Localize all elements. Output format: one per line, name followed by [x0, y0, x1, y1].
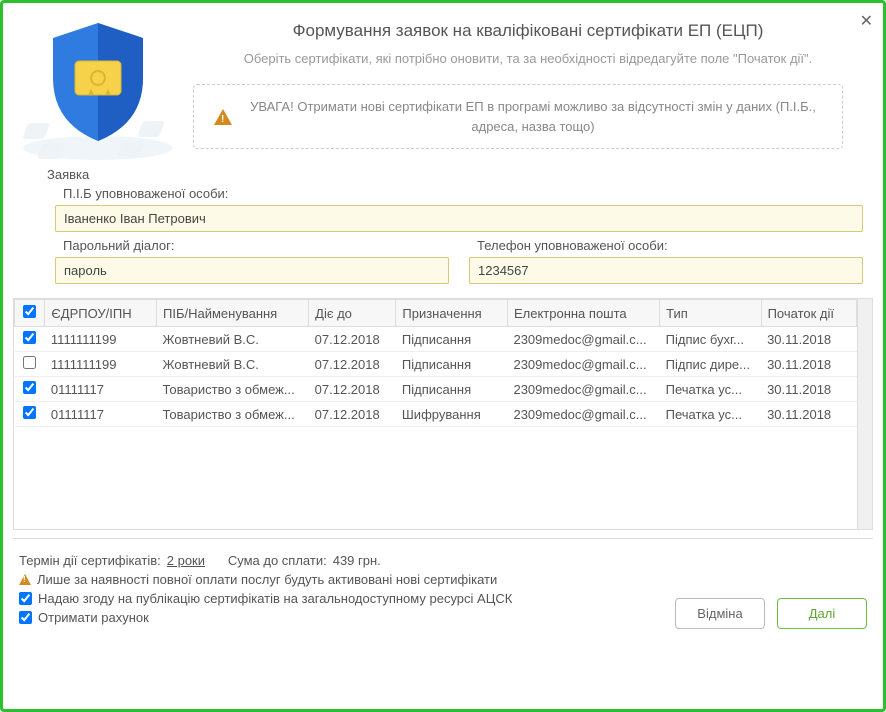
- pib-label: П.І.Б уповноваженої особи:: [63, 186, 863, 201]
- dialog-label: Парольний діалог:: [63, 238, 449, 253]
- cell-purpose: Шифрування: [396, 402, 508, 427]
- term-value[interactable]: 2 роки: [167, 553, 205, 568]
- row-checkbox[interactable]: [23, 381, 36, 394]
- cancel-button[interactable]: Відміна: [675, 598, 765, 629]
- header: Формування заявок на кваліфіковані серти…: [3, 3, 883, 163]
- cell-type: Підпис дире...: [660, 352, 761, 377]
- cell-pib: Жовтневий В.С.: [157, 352, 309, 377]
- pib-input[interactable]: [55, 205, 863, 232]
- cell-purpose: Підписання: [396, 377, 508, 402]
- page-subtitle: Оберіть сертифікати, які потрібно оновит…: [193, 51, 863, 66]
- consent-publish-label: Надаю згоду на публікацію сертифікатів н…: [38, 591, 512, 606]
- warning-icon: [19, 574, 31, 585]
- cell-email: 2309medoc@gmail.c...: [507, 352, 659, 377]
- col-purpose[interactable]: Призначення: [396, 300, 508, 327]
- shield-illustration: [13, 13, 183, 163]
- row-checkbox[interactable]: [23, 331, 36, 344]
- vertical-scrollbar[interactable]: [857, 299, 872, 529]
- consent-publish-checkbox[interactable]: [19, 592, 32, 605]
- cell-edrpou: 01111117: [45, 377, 157, 402]
- cell-email: 2309medoc@gmail.c...: [507, 377, 659, 402]
- cell-type: Печатка ус...: [660, 377, 761, 402]
- col-pib[interactable]: ПІБ/Найменування: [157, 300, 309, 327]
- group-label: Заявка: [47, 167, 863, 182]
- get-invoice-checkbox[interactable]: [19, 611, 32, 624]
- cell-edrpou: 01111117: [45, 402, 157, 427]
- cell-type: Підпис бухг...: [660, 327, 761, 352]
- row-checkbox[interactable]: [23, 356, 36, 369]
- dialog-window: ✕ Формування заявок на кваліфіковані сер…: [0, 0, 886, 712]
- dialog-input[interactable]: [55, 257, 449, 284]
- table-row[interactable]: 01111117Товариство з обмеж...07.12.2018П…: [15, 377, 857, 402]
- cell-until: 07.12.2018: [309, 402, 396, 427]
- term-line: Термін дії сертифікатів: 2 роки Сума до …: [19, 553, 867, 568]
- certificates-table: ЄДРПОУ/ІПН ПІБ/Найменування Діє до Призн…: [14, 299, 857, 427]
- phone-input[interactable]: [469, 257, 863, 284]
- cell-start: 30.11.2018: [761, 352, 856, 377]
- row-checkbox[interactable]: [23, 406, 36, 419]
- warning-icon: [214, 109, 232, 125]
- next-button[interactable]: Далі: [777, 598, 867, 629]
- col-check[interactable]: [15, 300, 45, 327]
- cell-purpose: Підписання: [396, 352, 508, 377]
- payment-notice: Лише за наявності повної оплати послуг б…: [19, 572, 867, 587]
- phone-label: Телефон уповноваженої особи:: [477, 238, 863, 253]
- form-area: Заявка П.І.Б уповноваженої особи: Пароль…: [47, 167, 863, 284]
- cell-pib: Товариство з обмеж...: [157, 402, 309, 427]
- cell-start: 30.11.2018: [761, 327, 856, 352]
- close-icon[interactable]: ✕: [860, 11, 873, 31]
- cell-email: 2309medoc@gmail.c...: [507, 327, 659, 352]
- col-email[interactable]: Електронна пошта: [507, 300, 659, 327]
- warning-text: УВАГА! Отримати нові сертифікати ЕП в пр…: [244, 97, 822, 136]
- cell-start: 30.11.2018: [761, 402, 856, 427]
- get-invoice-label: Отримати рахунок: [38, 610, 149, 625]
- sum-value: 439 грн.: [333, 553, 381, 568]
- cell-pib: Жовтневий В.С.: [157, 327, 309, 352]
- col-until[interactable]: Діє до: [309, 300, 396, 327]
- cell-edrpou: 1111111199: [45, 352, 157, 377]
- col-start[interactable]: Початок дії: [761, 300, 856, 327]
- cell-type: Печатка ус...: [660, 402, 761, 427]
- select-all-checkbox[interactable]: [23, 305, 36, 318]
- cell-start: 30.11.2018: [761, 377, 856, 402]
- cell-until: 07.12.2018: [309, 327, 396, 352]
- cell-purpose: Підписання: [396, 327, 508, 352]
- cell-until: 07.12.2018: [309, 377, 396, 402]
- col-type[interactable]: Тип: [660, 300, 761, 327]
- warning-box: УВАГА! Отримати нові сертифікати ЕП в пр…: [193, 84, 843, 149]
- table-row[interactable]: 1111111199Жовтневий В.С.07.12.2018Підпис…: [15, 327, 857, 352]
- footer: Термін дії сертифікатів: 2 роки Сума до …: [13, 538, 873, 641]
- table-row[interactable]: 1111111199Жовтневий В.С.07.12.2018Підпис…: [15, 352, 857, 377]
- cell-edrpou: 1111111199: [45, 327, 157, 352]
- table-row[interactable]: 01111117Товариство з обмеж...07.12.2018Ш…: [15, 402, 857, 427]
- col-edrpou[interactable]: ЄДРПОУ/ІПН: [45, 300, 157, 327]
- page-title: Формування заявок на кваліфіковані серти…: [193, 21, 863, 41]
- certificates-table-wrap: ЄДРПОУ/ІПН ПІБ/Найменування Діє до Призн…: [13, 298, 873, 530]
- cell-until: 07.12.2018: [309, 352, 396, 377]
- cell-email: 2309medoc@gmail.c...: [507, 402, 659, 427]
- cell-pib: Товариство з обмеж...: [157, 377, 309, 402]
